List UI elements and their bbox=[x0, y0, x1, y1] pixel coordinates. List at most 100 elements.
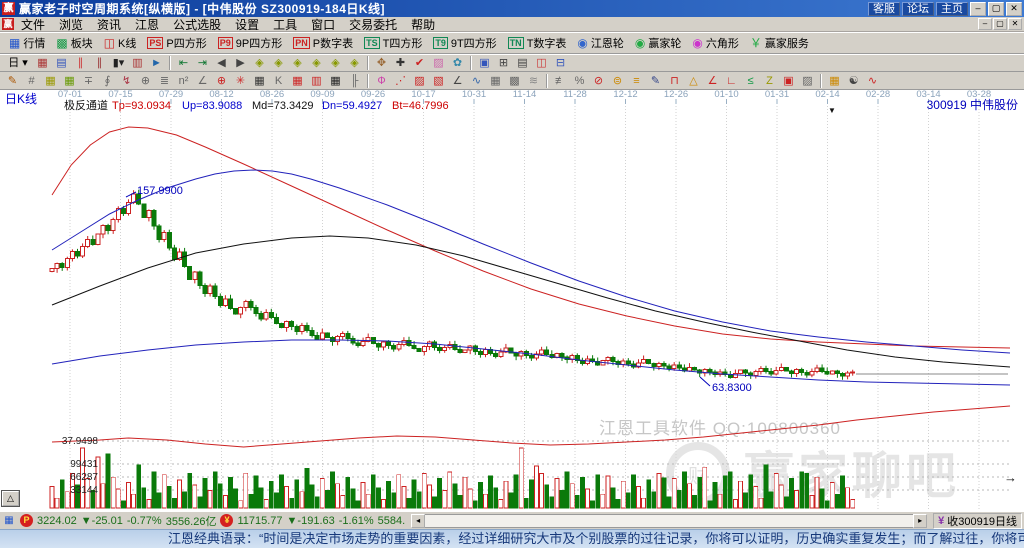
tool-color-grid[interactable]: ▦ bbox=[825, 73, 844, 89]
toolbar-market-quotes[interactable]: ▦ 行情 bbox=[4, 33, 50, 53]
tool-pen-blue[interactable]: ✎ bbox=[646, 73, 665, 89]
tool-candle-style[interactable]: ▮▾ bbox=[109, 55, 128, 71]
tool-n-square[interactable]: n² bbox=[174, 73, 193, 89]
tool-period-daily[interactable]: 日 ▾ bbox=[3, 55, 33, 71]
tool-percent-circle[interactable]: ⊘ bbox=[589, 73, 608, 89]
tool-line-grid[interactable]: ≣ bbox=[155, 73, 174, 89]
tool-next-bar[interactable]: ▶ bbox=[231, 55, 250, 71]
tool-nav-diamond-right[interactable]: ◈ bbox=[269, 55, 288, 71]
tool-pen-tool[interactable]: ✎ bbox=[3, 73, 22, 89]
tool-report-view[interactable]: ▤ bbox=[52, 55, 71, 71]
tool-dark-grid[interactable]: ▦ bbox=[250, 73, 269, 89]
scrollbar-left-arrow[interactable]: ◂ bbox=[411, 513, 426, 528]
tool-grid-a[interactable]: ▦ bbox=[486, 73, 505, 89]
market-grid-icon[interactable]: ▦ bbox=[2, 515, 16, 527]
tool-right-angle[interactable]: ∟ bbox=[722, 73, 741, 89]
tool-hash-grid[interactable]: # bbox=[22, 73, 41, 89]
minimize-button[interactable]: – bbox=[970, 1, 986, 16]
tool-chip-view[interactable]: ▥ bbox=[128, 55, 147, 71]
toolbar-p-table[interactable]: PN P数字表 bbox=[288, 33, 358, 53]
tool-angle-red[interactable]: ∠ bbox=[703, 73, 722, 89]
title-link-support[interactable]: 客服 bbox=[868, 1, 900, 16]
menu-帮助[interactable]: 帮助 bbox=[404, 16, 442, 33]
tool-calendar[interactable]: ▣ bbox=[475, 55, 494, 71]
tool-zigzag-wave[interactable]: ∿ bbox=[467, 73, 486, 89]
menu-浏览[interactable]: 浏览 bbox=[52, 16, 90, 33]
tool-circle-cross[interactable]: ⊕ bbox=[136, 73, 155, 89]
menu-工具[interactable]: 工具 bbox=[266, 16, 304, 33]
child-minimize-button[interactable]: – bbox=[978, 18, 992, 30]
tool-crosshair-tool[interactable]: ✚ bbox=[391, 55, 410, 71]
toolbar-p-square[interactable]: PS P四方形 bbox=[142, 33, 211, 53]
tool-center-tool[interactable]: Ф bbox=[372, 73, 391, 89]
tool-red-grid-2[interactable]: ▥ bbox=[307, 73, 326, 89]
tool-k-marker[interactable]: K bbox=[269, 73, 288, 89]
tool-red-circle-cross[interactable]: ⊕ bbox=[212, 73, 231, 89]
tool-multi-minute[interactable]: ∥ bbox=[90, 55, 109, 71]
tool-kline-view[interactable]: ▦ bbox=[33, 55, 52, 71]
kline-chart[interactable]: 07-01 07-15 07-29 08-12 08-26 09-09 09-26 10-17… bbox=[0, 90, 1024, 511]
tool-chip-dist[interactable]: ▨ bbox=[429, 55, 448, 71]
menu-江恩[interactable]: 江恩 bbox=[128, 16, 166, 33]
tool-nav-diamond-all[interactable]: ◈ bbox=[345, 55, 364, 71]
menu-公式选股[interactable]: 公式选股 bbox=[166, 16, 228, 33]
tool-star-burst[interactable]: ✳ bbox=[231, 73, 250, 89]
child-close-button[interactable]: ✕ bbox=[1008, 18, 1022, 30]
tool-slant-grid[interactable]: ▨ bbox=[798, 73, 817, 89]
restore-button[interactable]: ▢ bbox=[988, 1, 1004, 16]
tool-red-grid-arrow[interactable]: ▦ bbox=[288, 73, 307, 89]
tool-z-tool[interactable]: Z bbox=[760, 73, 779, 89]
tool-nav-diamond-center[interactable]: ◈ bbox=[326, 55, 345, 71]
tool-nav-diamond-shrink[interactable]: ◈ bbox=[307, 55, 326, 71]
tool-wave-lines[interactable]: ≋ bbox=[524, 73, 543, 89]
tool-calculator[interactable]: ⊞ bbox=[494, 55, 513, 71]
tool-minute-chart[interactable]: ∥ bbox=[71, 55, 90, 71]
tool-percent-tool[interactable]: % bbox=[570, 73, 589, 89]
scroll-right-icon[interactable]: → bbox=[1004, 470, 1017, 485]
menu-文件[interactable]: 文件 bbox=[14, 16, 52, 33]
toolbar-9p-square[interactable]: P9 9P四方形 bbox=[213, 33, 287, 53]
tool-grid-b[interactable]: ▩ bbox=[505, 73, 524, 89]
tool-save-chart[interactable]: ◫ bbox=[532, 55, 551, 71]
tool-pyramid[interactable]: △ bbox=[684, 73, 703, 89]
tool-less-equal[interactable]: ≤ bbox=[741, 73, 760, 89]
toolbar-hexagon[interactable]: ◉ 六角形 bbox=[687, 33, 743, 53]
tool-dragon-tool[interactable]: ✿ bbox=[448, 55, 467, 71]
tool-gann-grid-green[interactable]: ▦ bbox=[60, 73, 79, 89]
tool-last-bar[interactable]: ⇥ bbox=[193, 55, 212, 71]
tool-flag-tool[interactable]: ► bbox=[147, 55, 166, 71]
toolbar-9t-square[interactable]: T9 9T四方形 bbox=[428, 33, 501, 53]
tool-nav-diamond-left[interactable]: ◈ bbox=[250, 55, 269, 71]
menu-交易委托[interactable]: 交易委托 bbox=[342, 16, 404, 33]
tool-gann-fan[interactable]: ⋰ bbox=[391, 73, 410, 89]
tool-hand-tool[interactable]: ✥ bbox=[372, 55, 391, 71]
toolbar-sectors[interactable]: ▩ 板块 bbox=[51, 33, 97, 53]
menu-设置[interactable]: 设置 bbox=[228, 16, 266, 33]
tool-i-beam[interactable]: ⊓ bbox=[665, 73, 684, 89]
tool-shade-box[interactable]: ▨ bbox=[410, 73, 429, 89]
tool-data-download[interactable]: ⊟ bbox=[551, 55, 570, 71]
tool-bar-divider[interactable]: ≢ bbox=[551, 73, 570, 89]
tool-black-grid[interactable]: ▦ bbox=[326, 73, 345, 89]
scrollbar-track[interactable] bbox=[425, 513, 914, 528]
tool-trend-angle[interactable]: ∠ bbox=[448, 73, 467, 89]
title-link-forum[interactable]: 论坛 bbox=[902, 1, 934, 16]
tool-terminal[interactable]: ▤ bbox=[513, 55, 532, 71]
close-button[interactable]: ✕ bbox=[1006, 1, 1022, 16]
tool-time-ruler[interactable]: ∓ bbox=[79, 73, 98, 89]
scrollbar-right-arrow[interactable]: ▸ bbox=[913, 513, 928, 528]
title-link-home[interactable]: 主页 bbox=[936, 1, 968, 16]
tool-red-wave[interactable]: ∿ bbox=[863, 73, 882, 89]
toolbar-winner-wheel[interactable]: ◉ 赢家轮 bbox=[630, 33, 686, 53]
tool-angle-tool[interactable]: ∠ bbox=[193, 73, 212, 89]
tool-gold-circle[interactable]: ⊜ bbox=[608, 73, 627, 89]
tool-prev-bar[interactable]: ◀ bbox=[212, 55, 231, 71]
tool-red-box[interactable]: ▣ bbox=[779, 73, 798, 89]
tool-nav-diamond-expand[interactable]: ◈ bbox=[288, 55, 307, 71]
toolbar-t-table[interactable]: TN T数字表 bbox=[503, 33, 572, 53]
tool-shade-box-2[interactable]: ▧ bbox=[429, 73, 448, 89]
child-restore-button[interactable]: ▢ bbox=[993, 18, 1007, 30]
tool-flag-mark[interactable]: ↯ bbox=[117, 73, 136, 89]
tool-gann-grid-yellow[interactable]: ▦ bbox=[41, 73, 60, 89]
menu-资讯[interactable]: 资讯 bbox=[90, 16, 128, 33]
